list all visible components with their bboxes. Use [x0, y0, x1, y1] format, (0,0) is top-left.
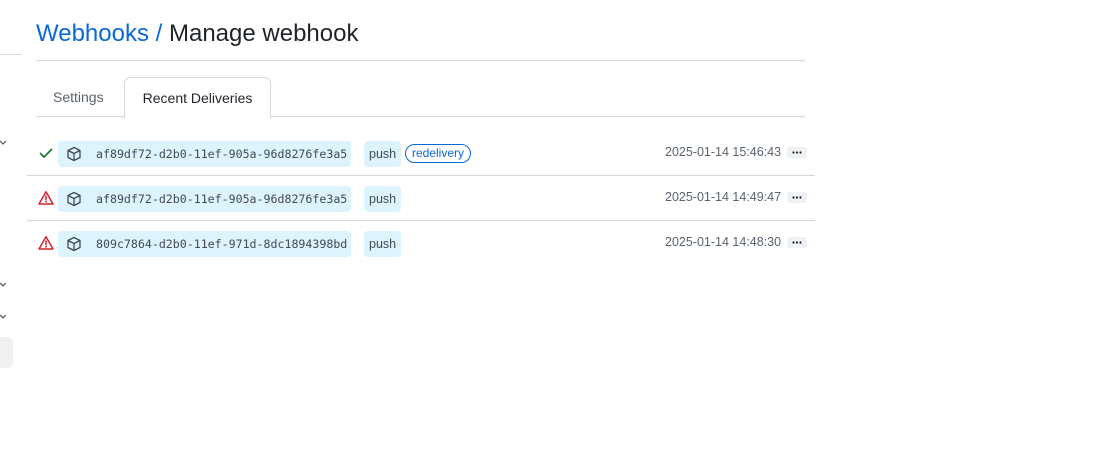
delivery-row[interactable]: af89df72-d2b0-11ef-905a-96d8276fe3a5 pus… [27, 176, 815, 221]
delivery-guid: 809c7864-d2b0-11ef-971d-8dc1894398bd [96, 237, 348, 251]
sidebar [0, 0, 22, 449]
more-options-button[interactable] [787, 237, 807, 248]
more-options-button[interactable] [787, 147, 807, 158]
delivery-timestamp: 2025-01-14 14:48:30 [665, 235, 782, 249]
delivery-guid-button[interactable]: af89df72-d2b0-11ef-905a-96d8276fe3a5 [58, 141, 352, 167]
chevron-down-icon[interactable] [0, 138, 6, 148]
delivery-guid: af89df72-d2b0-11ef-905a-96d8276fe3a5 [96, 147, 348, 161]
chevron-down-icon[interactable] [0, 280, 6, 290]
sidebar-divider [0, 54, 22, 55]
delivery-guid-button[interactable]: 809c7864-d2b0-11ef-971d-8dc1894398bd [58, 231, 352, 257]
delivery-guid-button[interactable]: af89df72-d2b0-11ef-905a-96d8276fe3a5 [58, 186, 352, 212]
event-badge[interactable]: push [364, 231, 402, 257]
kebab-horizontal-icon [792, 196, 802, 199]
delivery-guid: af89df72-d2b0-11ef-905a-96d8276fe3a5 [96, 192, 348, 206]
sidebar-item-active[interactable] [0, 337, 13, 368]
delivery-row[interactable]: af89df72-d2b0-11ef-905a-96d8276fe3a5 pus… [27, 131, 815, 176]
delivery-timestamp: 2025-01-14 14:49:47 [665, 190, 782, 204]
page-header: Webhooks / Manage webhook [36, 18, 805, 61]
package-icon [66, 146, 82, 162]
tab-settings[interactable]: Settings [37, 77, 120, 117]
delivery-timestamp: 2025-01-14 15:46:43 [665, 145, 782, 159]
package-icon [66, 191, 82, 207]
check-icon [38, 145, 54, 161]
kebab-horizontal-icon [792, 151, 802, 154]
tab-bar: Settings Recent Deliveries [36, 77, 805, 118]
redelivery-badge: redelivery [405, 144, 472, 163]
event-badge[interactable]: push [364, 141, 402, 167]
breadcrumb: Webhooks / Manage webhook [36, 18, 805, 50]
delivery-row[interactable]: 809c7864-d2b0-11ef-971d-8dc1894398bd pus… [27, 221, 815, 266]
kebab-horizontal-icon [792, 241, 802, 244]
event-badge[interactable]: push [364, 186, 402, 212]
deliveries-list: af89df72-d2b0-11ef-905a-96d8276fe3a5 pus… [27, 131, 815, 266]
page-title: Manage webhook [168, 20, 359, 47]
alert-icon [38, 190, 54, 206]
more-options-button[interactable] [787, 192, 807, 203]
alert-icon [38, 235, 54, 251]
breadcrumb-webhooks-link[interactable]: Webhooks [36, 20, 149, 47]
breadcrumb-separator: / [155, 20, 163, 47]
chevron-down-icon[interactable] [0, 312, 6, 322]
package-icon [66, 236, 82, 252]
tab-recent-deliveries[interactable]: Recent Deliveries [124, 77, 271, 118]
